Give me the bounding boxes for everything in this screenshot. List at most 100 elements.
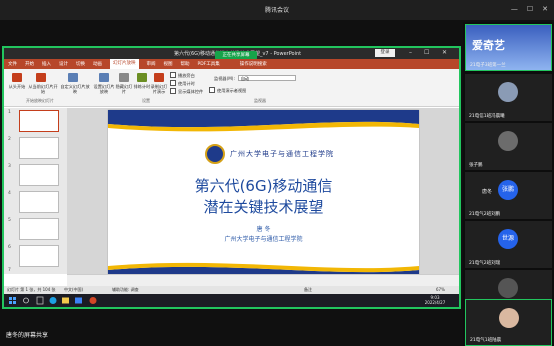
rehearse-button[interactable]: 排练计时 <box>132 84 152 90</box>
tab-help[interactable]: 帮助 <box>181 61 190 67</box>
zoom-level[interactable]: 67% <box>436 287 445 292</box>
tab-insert[interactable]: 插入 <box>42 61 51 67</box>
ribbon-tabs: 文件 开始 插入 设计 切换 动画 幻灯片放映 审阅 视图 帮助 PDF工具集 … <box>4 59 459 69</box>
tab-review[interactable]: 审阅 <box>147 61 156 67</box>
tell-me-search[interactable]: 操作说明搜索 <box>240 61 267 67</box>
slide-thumbnails-pane: 1 2 3 4 5 6 7 <box>4 108 67 274</box>
rehearse-icon[interactable] <box>137 73 147 82</box>
close-icon[interactable]: ✕ <box>542 6 548 13</box>
search-icon <box>23 297 29 304</box>
thumbnail-number: 4 <box>8 191 11 196</box>
screen-share-name: 唐冬的屏幕共享 <box>6 332 49 339</box>
presenter-view-checkbox[interactable]: 使用演示者视图 <box>209 87 246 94</box>
slide-thumbnail[interactable] <box>19 191 59 213</box>
slide-thumbnail[interactable] <box>19 164 59 186</box>
thumbnail-number: 2 <box>8 137 11 142</box>
tab-animations[interactable]: 动画 <box>93 61 102 67</box>
slide-school-name: 广州大学电子与通信工程学院 <box>230 150 334 158</box>
participant-tile[interactable]: 爱奇艺 21电子3班第一兰 <box>465 24 552 71</box>
setup-show-icon[interactable] <box>99 73 109 82</box>
participant-tile[interactable]: 21电气1班陆晨 <box>465 299 552 346</box>
task-view-icon <box>36 296 44 305</box>
custom-show-button[interactable]: 自定义幻灯片放映 <box>60 84 90 94</box>
thumbnail-number: 6 <box>8 245 11 250</box>
group-monitor-label: 监视器 <box>254 98 266 103</box>
participant-name: 21电信1班冯晨曦 <box>469 114 505 119</box>
minimize-icon[interactable]: – <box>409 49 412 56</box>
tab-pdf-tools[interactable]: PDF工具集 <box>198 61 220 67</box>
notes-toggle[interactable]: 备注 <box>304 287 312 293</box>
play-from-start-icon[interactable] <box>12 73 22 82</box>
windows-start-icon <box>9 297 16 304</box>
windows-taskbar: 9:03 2022/4/27 <box>4 294 459 307</box>
slide-count-status: 幻灯片 第 1 张，共 104 张 <box>7 287 56 292</box>
slide-thumbnail[interactable] <box>19 137 59 159</box>
slide-affiliation: 广州大学电子与通信工程学院 <box>224 236 303 243</box>
ribbon-body: 从头开始 从当前幻灯片开始 自定义幻灯片放映 开始放映幻灯片 设置幻灯片放映 隐… <box>4 69 459 107</box>
hide-slide-icon[interactable] <box>119 73 129 82</box>
participant-name: 21电气1班陆晨 <box>470 338 502 343</box>
maximize-icon[interactable]: ☐ <box>424 49 429 56</box>
avatar <box>498 278 518 298</box>
participant-video-brand: 爱奇艺 <box>472 39 505 52</box>
participant-name: 张子鹏 <box>469 163 483 168</box>
taskbar-clock[interactable]: 9:03 2022/4/27 <box>420 295 450 305</box>
store-icon <box>75 297 82 304</box>
participant-tile[interactable]: 张子鹏 <box>465 123 552 170</box>
custom-show-icon[interactable] <box>68 73 78 82</box>
university-logo <box>205 144 225 164</box>
avatar: 世源 <box>498 229 518 249</box>
minimize-icon[interactable]: — <box>511 6 518 13</box>
status-bar: 幻灯片 第 1 张，共 104 张 中文(中国) 辅助功能: 调查 备注 67% <box>4 286 459 294</box>
edge-icon <box>49 297 57 304</box>
clock-date: 2022/4/27 <box>424 300 446 305</box>
participant-name: 21电子3班第一兰 <box>470 63 506 68</box>
monitor-label: 监视器(M): <box>214 76 235 81</box>
tab-view[interactable]: 视图 <box>164 61 173 67</box>
notes-pane[interactable] <box>67 274 459 286</box>
slide-title-line2: 潜在关键技术展望 <box>203 198 324 216</box>
tab-transitions[interactable]: 切换 <box>76 61 85 67</box>
thumbnail-number: 5 <box>8 218 11 223</box>
self-video-label: 唐冬 <box>482 189 493 195</box>
accessibility-status[interactable]: 辅助功能: 调查 <box>112 287 139 293</box>
file-explorer-icon <box>62 297 69 304</box>
tab-design[interactable]: 设计 <box>59 61 68 67</box>
narration-checkbox[interactable]: 播放旁白 <box>170 72 195 79</box>
shared-screen: 第六代(6G)移动通信潜在关键技术展望_v7 - PowerPoint 登录 –… <box>2 46 461 309</box>
from-current-button[interactable]: 从当前幻灯片开始 <box>28 84 58 94</box>
monitor-select[interactable]: 自动 <box>238 75 296 81</box>
current-slide[interactable]: 广州大学电子与通信工程学院 第六代(6G)移动通信 潜在关键技术展望 唐 冬 广… <box>108 110 419 284</box>
avatar <box>498 82 518 102</box>
avatar <box>499 308 519 328</box>
tab-slideshow[interactable]: 幻灯片放映 <box>110 59 139 69</box>
hide-slide-button[interactable]: 隐藏幻灯片 <box>115 84 133 94</box>
play-from-current-icon[interactable] <box>36 73 46 82</box>
avatar: 张鹏 <box>498 180 518 200</box>
group-start-label: 开始放映幻灯片 <box>26 98 54 103</box>
participant-name: 21电气2班刘瑞 <box>469 261 501 266</box>
record-icon[interactable] <box>154 73 164 82</box>
sign-in-button[interactable]: 登录 <box>375 49 395 57</box>
close-icon[interactable]: ✕ <box>442 49 447 56</box>
maximize-icon[interactable]: ☐ <box>527 6 533 13</box>
powerpoint-taskbar-icon <box>89 297 97 304</box>
record-button[interactable]: 录制幻灯片演示 <box>150 84 168 94</box>
timing-checkbox[interactable]: 使用计时 <box>170 80 195 87</box>
from-start-button[interactable]: 从头开始 <box>6 84 28 90</box>
slide-title-line1: 第六代(6G)移动通信 <box>194 177 333 195</box>
slide-thumbnail[interactable] <box>19 245 59 267</box>
setup-show-button[interactable]: 设置幻灯片放映 <box>92 84 116 94</box>
thumbnail-number: 1 <box>8 110 11 115</box>
tab-home[interactable]: 开始 <box>25 61 34 67</box>
media-controls-checkbox[interactable]: 显示媒体控件 <box>170 88 203 95</box>
group-setup-label: 设置 <box>142 98 150 103</box>
participant-tile[interactable]: 世源 21电气2班刘瑞 <box>465 221 552 268</box>
slide-thumbnail[interactable] <box>19 218 59 240</box>
participant-tile[interactable]: 张鹏 21电气2班刘鹏 <box>465 172 552 219</box>
thumbnail-number: 7 <box>8 268 11 273</box>
slide-thumbnail[interactable] <box>19 110 59 132</box>
tab-file[interactable]: 文件 <box>8 61 17 67</box>
participant-list: 爱奇艺 21电子3班第一兰 21电信1班冯晨曦 张子鹏 张鹏 21电气2班刘鹏 … <box>463 22 554 346</box>
participant-tile[interactable]: 21电信1班冯晨曦 <box>465 74 552 121</box>
